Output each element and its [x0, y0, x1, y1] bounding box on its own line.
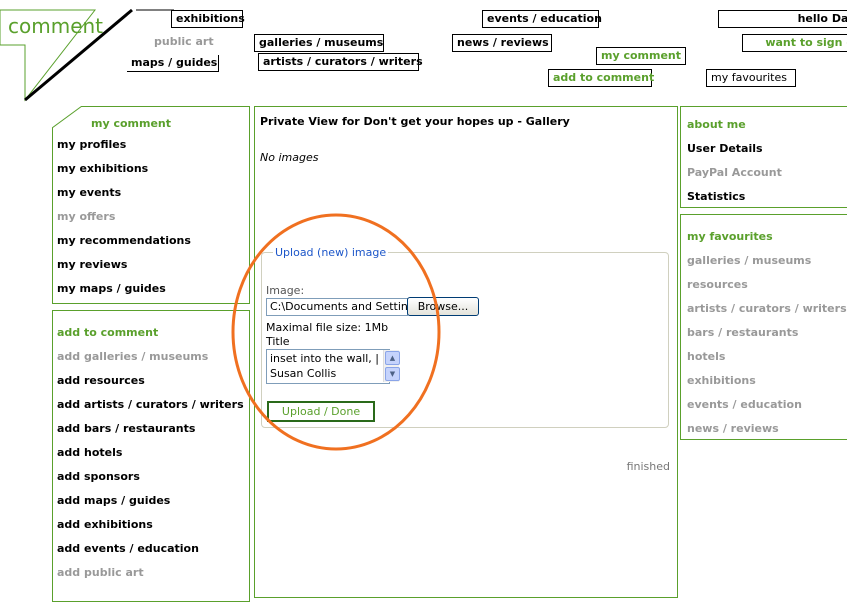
- about-me-panel: about me User Details PayPal Account Sta…: [680, 106, 847, 208]
- menu-my-offers[interactable]: my offers: [57, 205, 191, 229]
- menu-add-galleries[interactable]: add galleries / museums: [57, 345, 244, 369]
- menu-add-artists[interactable]: add artists / curators / writers: [57, 393, 244, 417]
- add-heading: add to comment: [57, 326, 159, 339]
- image-label: Image:: [266, 284, 305, 297]
- scroll-up-icon[interactable]: ▲: [385, 351, 400, 365]
- title-line-2: Susan Collis: [270, 367, 337, 380]
- title-label: Title: [266, 335, 290, 348]
- menu-paypal-account[interactable]: PayPal Account: [687, 161, 782, 185]
- fav-resources[interactable]: resources: [687, 273, 847, 297]
- nav-my-comment[interactable]: my comment: [596, 47, 686, 65]
- scroll-down-icon[interactable]: ▼: [385, 367, 400, 381]
- fav-events[interactable]: events / education: [687, 393, 847, 417]
- menu-my-exhibitions[interactable]: my exhibitions: [57, 157, 191, 181]
- menu-my-recommendations[interactable]: my recommendations: [57, 229, 191, 253]
- menu-add-maps-guides[interactable]: add maps / guides: [57, 489, 244, 513]
- nav-news-reviews[interactable]: news / reviews: [452, 34, 552, 52]
- menu-add-hotels[interactable]: add hotels: [57, 441, 244, 465]
- greeting: hello Dave: [718, 10, 847, 28]
- menu-add-resources[interactable]: add resources: [57, 369, 244, 393]
- favourites-list: my favourites galleries / museums resour…: [687, 225, 847, 441]
- title-textarea[interactable]: inset into the wall, | Susan Collis: [266, 349, 390, 384]
- my-comment-heading: my comment: [91, 117, 172, 130]
- about-list: about me User Details PayPal Account Sta…: [687, 113, 782, 209]
- menu-add-exhibitions[interactable]: add exhibitions: [57, 513, 244, 537]
- panel-corner: [52, 106, 83, 129]
- main-panel: Private View for Don't get your hopes up…: [254, 106, 678, 598]
- my-comment-list: my profiles my exhibitions my events my …: [57, 133, 191, 301]
- add-list: add to comment add galleries / museums a…: [57, 321, 244, 585]
- file-path-input[interactable]: C:\Documents and Settings: [266, 298, 408, 316]
- sign-out-link[interactable]: want to sign out: [742, 34, 847, 52]
- add-to-comment-panel: add to comment add galleries / museums a…: [52, 310, 250, 602]
- fav-bars[interactable]: bars / restaurants: [687, 321, 847, 345]
- favourites-heading: my favourites: [687, 230, 773, 243]
- fav-artists[interactable]: artists / curators / writers: [687, 297, 847, 321]
- title-line-1: inset into the wall, |: [270, 352, 380, 365]
- favourites-panel: my favourites galleries / museums resour…: [680, 214, 847, 440]
- page-title: Private View for Don't get your hopes up…: [260, 115, 570, 128]
- fav-hotels[interactable]: hotels: [687, 345, 847, 369]
- menu-add-public-art[interactable]: add public art: [57, 561, 244, 585]
- menu-my-events[interactable]: my events: [57, 181, 191, 205]
- nav-public-art[interactable]: public art: [150, 34, 216, 50]
- nav-add-to-comment[interactable]: add to comment: [548, 69, 654, 87]
- menu-my-reviews[interactable]: my reviews: [57, 253, 191, 277]
- no-images-text: No images: [260, 151, 319, 164]
- upload-done-button[interactable]: Upload / Done: [267, 401, 375, 422]
- nav-my-favourites[interactable]: my favourites: [706, 69, 796, 87]
- textarea-scrollbar[interactable]: ▲ ▼: [383, 350, 400, 382]
- menu-user-details[interactable]: User Details: [687, 137, 782, 161]
- menu-my-profiles[interactable]: my profiles: [57, 133, 191, 157]
- menu-add-sponsors[interactable]: add sponsors: [57, 465, 244, 489]
- about-heading: about me: [687, 118, 746, 131]
- max-size-text: Maximal file size: 1Mb: [266, 321, 389, 334]
- upload-legend: Upload (new) image: [273, 246, 389, 259]
- nav-artists[interactable]: artists / curators / writers: [258, 53, 423, 71]
- nav-maps-guides[interactable]: maps / guides: [127, 55, 219, 72]
- menu-my-maps-guides[interactable]: my maps / guides: [57, 277, 191, 301]
- nav-galleries-museums[interactable]: galleries / museums: [254, 34, 384, 52]
- logo-text: comment: [8, 14, 104, 38]
- menu-statistics[interactable]: Statistics: [687, 185, 782, 209]
- nav-exhibitions[interactable]: exhibitions: [171, 10, 245, 28]
- nav-events-education[interactable]: events / education: [482, 10, 602, 28]
- fav-news[interactable]: news / reviews: [687, 417, 847, 441]
- menu-add-bars[interactable]: add bars / restaurants: [57, 417, 244, 441]
- browse-button[interactable]: Browse...: [407, 297, 479, 316]
- fav-exhibitions[interactable]: exhibitions: [687, 369, 847, 393]
- finished-text: finished: [626, 460, 670, 473]
- my-comment-panel: my comment my profiles my exhibitions my…: [52, 106, 250, 304]
- menu-add-events[interactable]: add events / education: [57, 537, 244, 561]
- fav-galleries[interactable]: galleries / museums: [687, 249, 847, 273]
